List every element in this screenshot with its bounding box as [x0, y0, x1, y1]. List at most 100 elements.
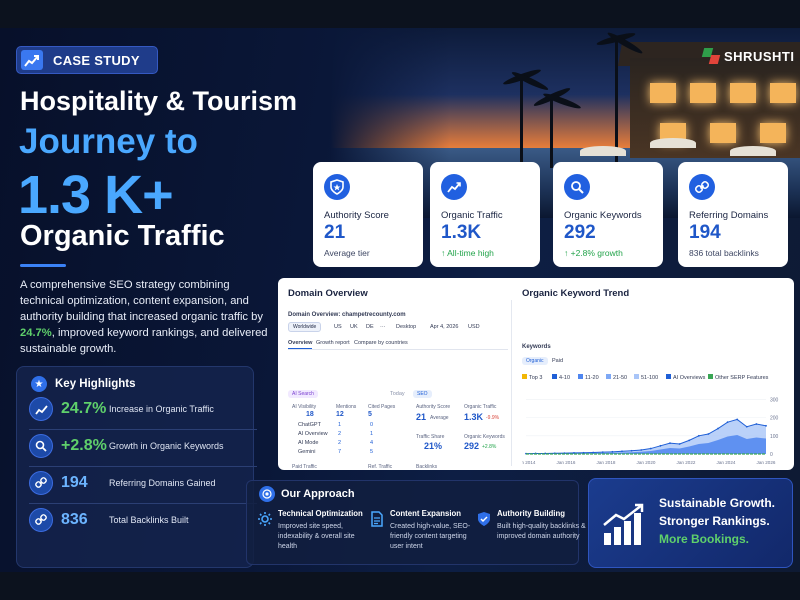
metric-value: 292	[464, 441, 480, 451]
highlight-row: 194 Referring Domains Gained	[29, 467, 254, 499]
link-icon	[689, 174, 715, 200]
data-point	[745, 425, 748, 428]
tab-paid[interactable]: Paid	[552, 358, 563, 364]
stat-label: Organic Traffic	[441, 210, 503, 221]
star-icon: ★	[31, 376, 47, 392]
stat-card-organic-traffic: Organic Traffic 1.3K ↑ All-time high	[430, 162, 540, 267]
filter-worldwide[interactable]: Worldwide	[288, 322, 322, 332]
bar-chart-growth-icon	[602, 503, 648, 552]
growth-callout: Sustainable Growth. Stronger Rankings. M…	[588, 478, 793, 568]
tab-organic[interactable]: Organic	[522, 357, 548, 365]
stat-value: 1.3K	[441, 222, 482, 243]
chart-up-icon	[441, 174, 467, 200]
data-point	[630, 449, 633, 452]
dashboard-screenshot: Domain Overview Organic Keyword Trend Do…	[278, 278, 794, 470]
growth-line-1: Sustainable Growth.	[659, 496, 776, 510]
metric-value: 1.3K	[464, 412, 484, 422]
keyword-trend-title: Organic Keyword Trend	[522, 288, 630, 299]
panel-divider	[511, 300, 512, 466]
data-point	[659, 444, 662, 447]
highlight-value: +2.8%	[61, 437, 107, 454]
key-highlights-title: ★ Key Highlights	[31, 376, 136, 392]
legend-item[interactable]: 11-20	[578, 374, 599, 381]
data-point	[726, 421, 729, 424]
tab-compare-countries[interactable]: Compare by countries	[354, 340, 408, 346]
filter-more[interactable]: ···	[380, 324, 386, 330]
filter-currency[interactable]: USD	[468, 324, 480, 330]
brand-mark-icon	[701, 48, 721, 64]
headline-line-3: 1.3 K+	[18, 165, 174, 225]
tab-overview[interactable]: Overview	[288, 340, 313, 349]
filter-us[interactable]: US	[334, 324, 342, 330]
legend-item[interactable]: Other SERP Features	[708, 374, 768, 381]
highlight-value: 194	[61, 474, 88, 491]
description: A comprehensive SEO strategy combining t…	[20, 277, 268, 357]
table-cell: 2	[338, 431, 342, 437]
stat-label: Authority Score	[324, 210, 389, 221]
approach-item-body: Improved site speed, indexability & over…	[278, 523, 355, 550]
filter-device[interactable]: Desktop	[396, 324, 416, 330]
filter-de[interactable]: DE	[366, 324, 374, 330]
stat-value: 292	[564, 222, 596, 243]
legend-item[interactable]: 21-50	[606, 374, 627, 381]
approach-item-heading: Content Expansion	[390, 509, 462, 518]
growth-line-2: Stronger Rankings.	[659, 514, 770, 528]
table-row-name: Gemini	[298, 449, 316, 455]
metric-sub: +2.8%	[482, 444, 497, 450]
approach-item-heading: Authority Building	[497, 509, 565, 518]
toggle-today[interactable]: Today	[390, 391, 405, 397]
domain-overview-title: Domain Overview	[288, 288, 368, 299]
table-cell: 1	[338, 422, 342, 428]
infographic: SHRUSHTI CASE STUDY Hospitality & Touris…	[0, 28, 800, 572]
legend-label: 11-20	[585, 375, 599, 381]
chart-up-icon	[21, 50, 43, 70]
legend-item[interactable]: 51-100	[634, 374, 658, 381]
metric-value: 21%	[424, 441, 443, 451]
domain-line: Domain Overview: champetrecounty.com	[288, 312, 406, 318]
legend-label: 21-50	[613, 375, 628, 381]
toggle-seo[interactable]: SEO	[413, 390, 432, 398]
col-ai-visibility: AI Visibility	[292, 404, 317, 410]
data-point	[697, 434, 700, 437]
our-approach-card: Our Approach Technical Optimization Impr…	[246, 480, 586, 565]
x-tick-label: Jan 2016	[557, 460, 576, 465]
highlight-label: Referring Domains Gained	[109, 478, 216, 488]
filter-date[interactable]: Apr 4, 2026	[430, 324, 458, 330]
table-cell: 0	[370, 422, 374, 428]
table-row-name: AI Mode	[298, 440, 319, 446]
metric-sub: -9.9%	[486, 415, 500, 421]
y-tick-label: 200	[770, 416, 779, 422]
data-point	[717, 427, 719, 430]
table-cell: 2	[338, 440, 342, 446]
table-cell: 1	[370, 431, 374, 437]
legend-item[interactable]: 4-10	[552, 374, 570, 381]
stat-label: Referring Domains	[689, 210, 769, 221]
search-icon	[29, 434, 53, 458]
legend-item[interactable]: AI Overviews	[666, 374, 705, 381]
highlight-row: +2.8% Growth in Organic Keywords	[29, 430, 254, 462]
stat-value: 21	[324, 222, 346, 243]
description-highlight: 24.7%	[20, 327, 52, 339]
legend-label: 51-100	[641, 375, 659, 381]
table-cell: 18	[306, 411, 314, 418]
x-tick-label: Jan 2020	[637, 460, 656, 465]
ai-search-label: AI Search	[288, 390, 318, 398]
data-point	[669, 442, 671, 444]
highlight-label: Increase in Organic Traffic	[109, 404, 214, 414]
highlight-value: 24.7%	[61, 400, 107, 417]
metric-label: Organic Keywords	[464, 434, 505, 440]
tab-growth-report[interactable]: Growth report	[316, 340, 350, 346]
x-tick-label: Jan 2022	[677, 460, 696, 465]
approach-title: Our Approach	[259, 486, 355, 502]
headline-line-2: Journey to	[19, 122, 198, 161]
legend-item[interactable]: Top 3	[522, 374, 542, 381]
stat-card-authority-score: Authority Score 21 Average tier	[313, 162, 423, 267]
approach-item-body: Created high-value, SEO-friendly content…	[390, 523, 471, 550]
filter-uk[interactable]: UK	[350, 324, 358, 330]
target-icon	[259, 486, 275, 502]
data-point	[601, 451, 604, 454]
headline-line-1: Hospitality & Tourism	[20, 86, 298, 116]
x-tick-label: Jan 2024	[717, 460, 736, 465]
legend-label: 4-10	[559, 375, 571, 381]
legend-label: AI Overviews	[673, 375, 706, 381]
